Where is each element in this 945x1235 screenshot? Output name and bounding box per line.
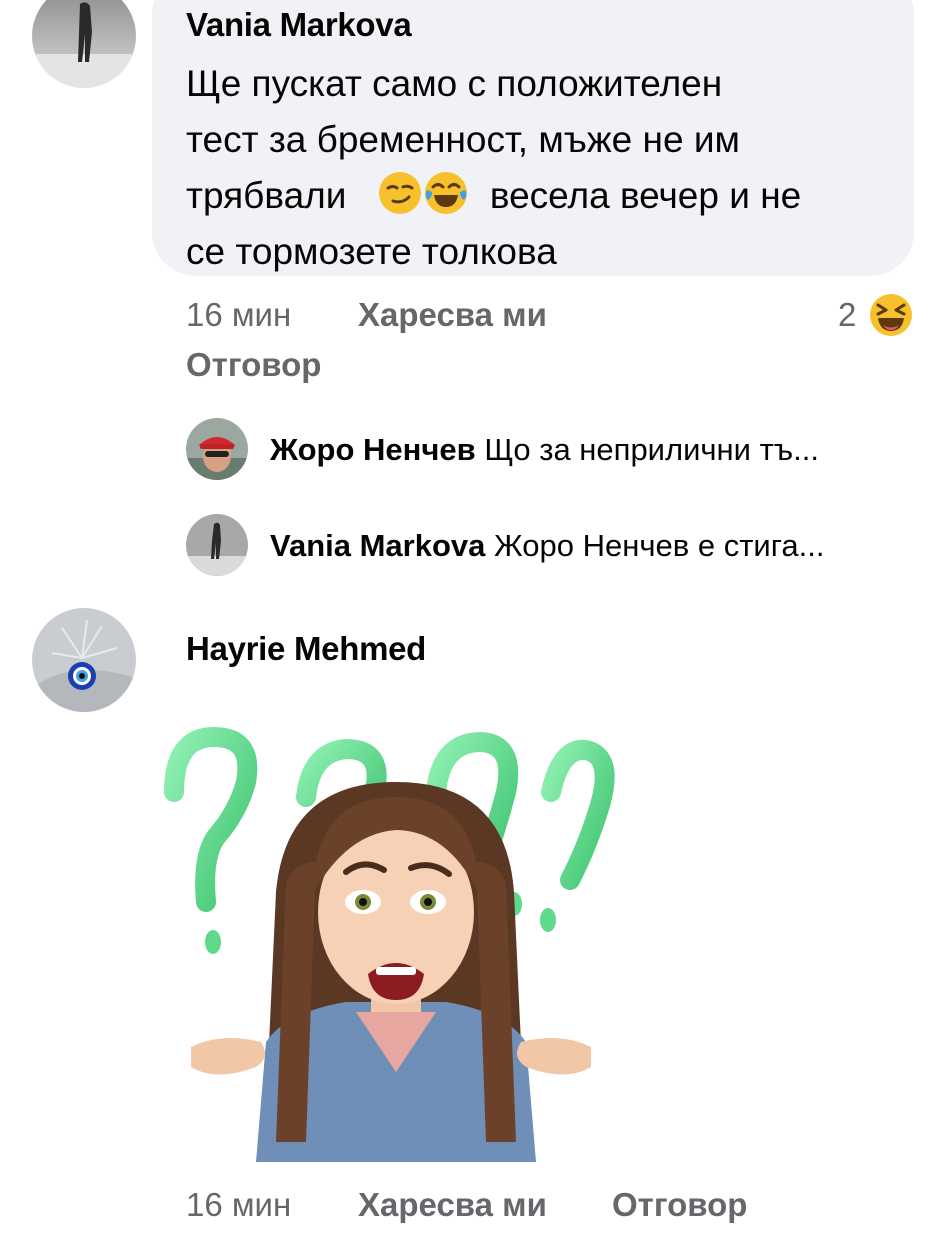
like-button[interactable]: Харесва ми (358, 1186, 547, 1224)
comment-timestamp[interactable]: 16 мин (186, 296, 291, 334)
reaction-count[interactable]: 2 (838, 296, 856, 334)
avatar-hayrie-mehmed[interactable] (32, 608, 136, 712)
reply-preview: Що за неприлични тъ... (484, 432, 820, 467)
avatar-zhoro-nenchev[interactable] (186, 418, 248, 480)
reply-preview-row[interactable]: Жоро Ненчев Що за неприлични тъ... (186, 418, 916, 482)
comment-author[interactable]: Hayrie Mehmed (186, 630, 426, 668)
reply-preview: Жоро Ненчев е стига... (494, 528, 825, 563)
reply-button[interactable]: Отговор (186, 346, 321, 384)
reply-text: Жоро Ненчев Що за неприлични тъ... (270, 432, 819, 468)
comment-author[interactable]: Vania Markova (186, 6, 412, 44)
smirk-emoji-icon (377, 170, 423, 216)
comment-timestamp[interactable]: 16 мин (186, 1186, 291, 1224)
reply-author[interactable]: Жоро Ненчев (270, 432, 476, 467)
comment-text-line: Ще пускат само с положителен (186, 63, 723, 104)
reply-text: Vania Markova Жоро Ненчев е стига... (270, 528, 824, 564)
comment-text-line: тест за бременност, мъже не им (186, 119, 740, 160)
reply-button[interactable]: Отговор (612, 1186, 747, 1224)
avatar-vania-markova[interactable] (186, 514, 248, 576)
like-button[interactable]: Харесва ми (358, 296, 547, 334)
comment-text-line: се тормозете толкова (186, 231, 557, 272)
comment-text-line: трябвали весела вечер и не (186, 168, 896, 224)
laughing-emoji-icon[interactable] (868, 292, 914, 338)
reply-preview-row[interactable]: Vania Markova Жоро Ненчев е стига... (186, 514, 916, 578)
comment-text: Ще пускат само с положителен тест за бре… (186, 56, 896, 280)
tears-of-joy-emoji-icon (423, 170, 469, 216)
avatar-vania-markova[interactable] (32, 0, 136, 88)
confused-girl-sticker[interactable] (156, 712, 626, 1162)
reply-author[interactable]: Vania Markova (270, 528, 485, 563)
